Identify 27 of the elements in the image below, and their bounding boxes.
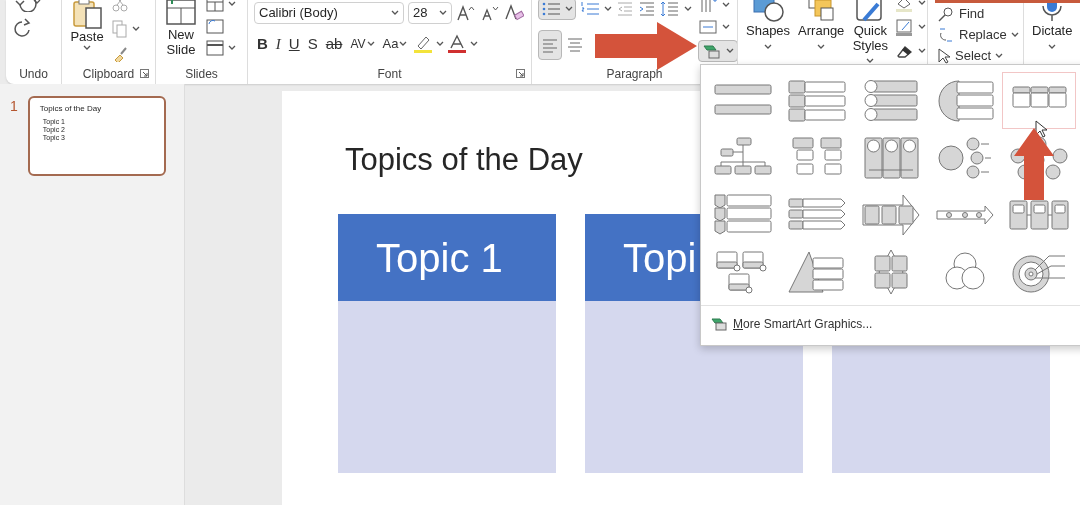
slide-title: Topics of the Day <box>345 141 583 179</box>
select-button[interactable]: Select <box>934 46 1022 64</box>
thumbnail-title: Topics of the Day <box>39 104 103 114</box>
more-smartart-graphics-link[interactable]: More SmartArt Graphics... <box>711 314 873 333</box>
underline-button[interactable]: U <box>285 32 303 56</box>
group-label: Paragraph <box>606 66 663 83</box>
quick-styles-button[interactable]: Quick Styles <box>850 0 891 64</box>
group-label: Clipboard <box>82 66 135 83</box>
character-spacing-button[interactable]: AV <box>347 32 378 56</box>
replace-button[interactable]: Replace <box>934 25 1022 45</box>
shapes-button[interactable]: Shapes <box>744 0 793 64</box>
italic-button[interactable]: I <box>272 32 284 56</box>
paste-button[interactable]: Paste <box>68 0 106 64</box>
shadow-button[interactable]: S <box>304 32 321 56</box>
strikethrough-button[interactable]: ab <box>322 32 346 56</box>
change-case-button[interactable]: Aa <box>379 32 411 56</box>
arrange-button[interactable]: Arrange <box>796 0 847 64</box>
bold-button[interactable]: B <box>254 32 271 56</box>
font-size-field[interactable]: 28 <box>408 2 452 24</box>
new-slide-button[interactable]: New Slide <box>162 0 200 64</box>
group-label: Slides <box>185 66 218 83</box>
slide-number: 1 <box>10 97 18 116</box>
find-button[interactable]: Find <box>934 4 1022 24</box>
group-label: Font <box>377 66 402 83</box>
group-label: Undo <box>19 66 48 83</box>
topic-heading: Topic 1 <box>338 214 556 302</box>
font-name-field[interactable]: Calibri (Body) <box>254 2 404 24</box>
